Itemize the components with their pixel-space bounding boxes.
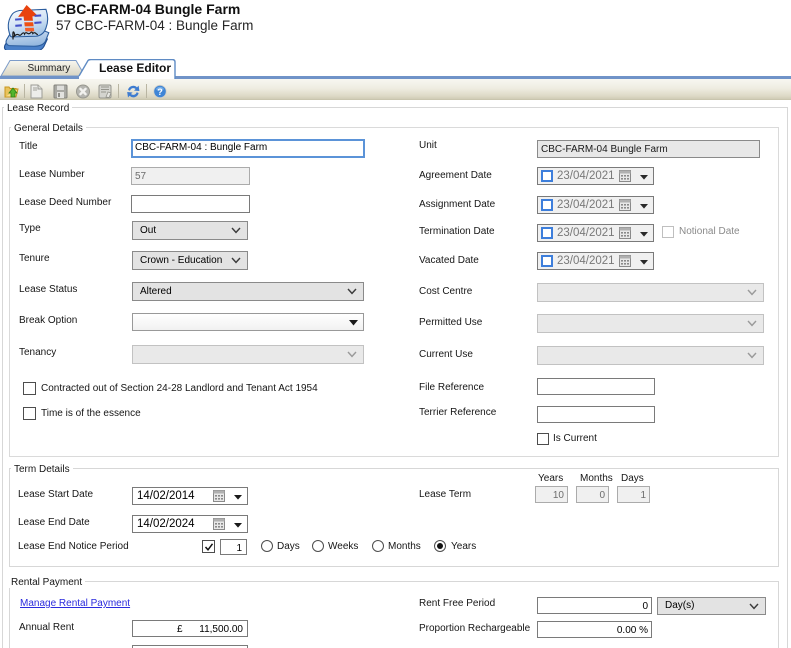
svg-text:?: ?: [157, 87, 163, 97]
svg-text:Lease Editor: Lease Editor: [99, 61, 171, 75]
svg-text:Summary: Summary: [28, 63, 71, 74]
